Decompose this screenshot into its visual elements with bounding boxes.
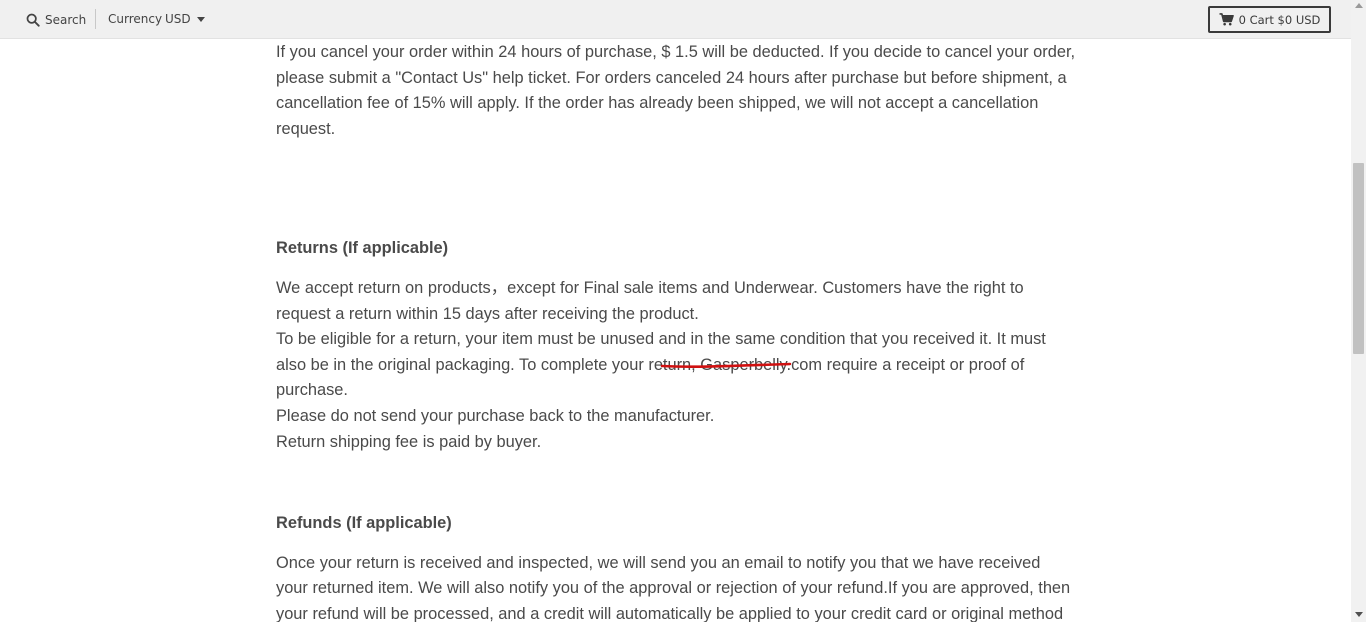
currency-select[interactable]: USD — [165, 12, 205, 26]
returns-paragraph-2: To be eligible for a return, your item m… — [276, 327, 1076, 404]
search-label: Search — [45, 13, 87, 27]
top-bar: Search Currency USD 0 Cart $0 USD — [0, 0, 1351, 39]
cart-icon — [1219, 13, 1234, 26]
returns-paragraph-4: Return shipping fee is paid by buyer. — [276, 432, 542, 451]
scroll-thumb[interactable] — [1353, 163, 1364, 354]
search-icon — [26, 13, 40, 27]
currency-label: Currency — [108, 12, 163, 26]
cancellation-paragraph: If you cancel your order within 24 hours… — [276, 43, 1076, 138]
cart-label: 0 Cart $0 USD — [1238, 12, 1321, 27]
search-button[interactable]: Search — [26, 11, 86, 29]
scroll-down-arrow-icon[interactable] — [1355, 612, 1363, 617]
returns-paragraph-3: Please do not send your purchase back to… — [276, 406, 715, 425]
refunds-paragraph: Once your return is received and inspect… — [276, 553, 1071, 622]
topbar-divider — [95, 9, 96, 29]
vertical-scrollbar[interactable] — [1351, 0, 1366, 622]
refunds-heading: Refunds (If applicable) — [276, 514, 452, 533]
gasperbelly-link[interactable]: Gasperbelly.com — [700, 356, 826, 374]
returns-paragraph-1: We accept return on products，except for … — [276, 278, 1024, 323]
policy-content: If you cancel your order within 24 hours… — [276, 40, 1076, 622]
chevron-down-icon — [196, 16, 205, 22]
cart-button[interactable]: 0 Cart $0 USD — [1208, 6, 1331, 33]
returns-heading: Returns (If applicable) — [276, 239, 449, 258]
scroll-up-arrow-icon[interactable] — [1355, 3, 1363, 8]
currency-value: USD — [165, 12, 191, 26]
